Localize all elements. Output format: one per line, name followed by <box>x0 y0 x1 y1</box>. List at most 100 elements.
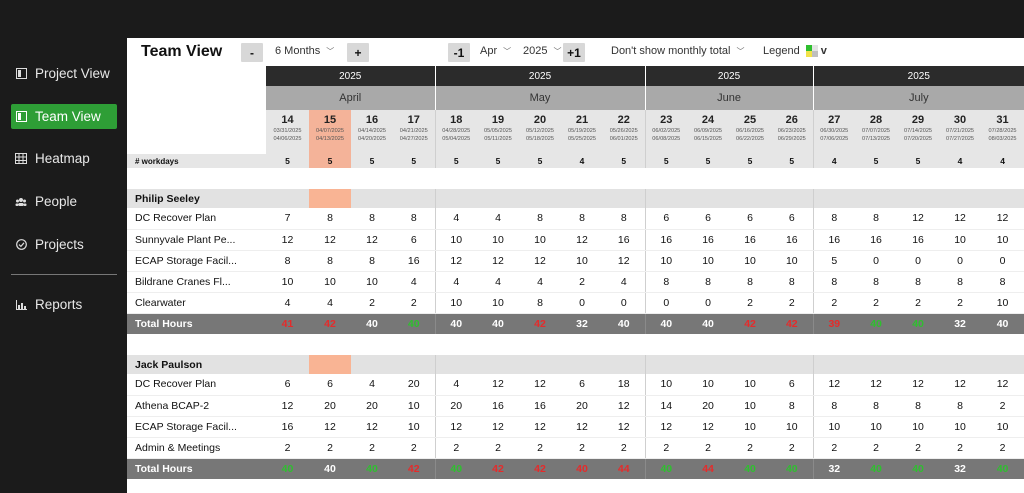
hours-cell[interactable]: 6 <box>266 374 309 396</box>
hours-cell[interactable]: 12 <box>603 395 646 417</box>
hours-cell[interactable]: 10 <box>561 250 603 272</box>
hours-cell[interactable]: 6 <box>729 208 772 230</box>
hours-cell[interactable]: 12 <box>603 416 646 438</box>
hours-cell[interactable]: 2 <box>309 437 351 459</box>
hours-cell[interactable]: 4 <box>351 374 393 396</box>
hours-cell[interactable]: 6 <box>309 374 351 396</box>
sidebar-item-projects[interactable]: Projects <box>11 232 117 257</box>
hours-cell[interactable]: 8 <box>812 208 856 230</box>
week-header-cell[interactable]: 31 07/28/2025 08/03/2025 <box>981 110 1024 154</box>
hours-cell[interactable]: 2 <box>729 292 772 314</box>
hours-cell[interactable]: 20 <box>351 395 393 417</box>
hours-cell[interactable]: 8 <box>855 271 898 293</box>
week-header-cell[interactable]: 20 05/12/2025 05/18/2025 <box>519 110 561 154</box>
hours-cell[interactable]: 4 <box>309 292 351 314</box>
week-header-cell[interactable]: 24 06/09/2025 06/15/2025 <box>687 110 730 154</box>
hours-cell[interactable]: 16 <box>644 229 688 251</box>
hours-cell[interactable]: 0 <box>561 292 603 314</box>
week-header-cell[interactable]: 23 06/02/2025 06/08/2025 <box>644 110 688 154</box>
hours-cell[interactable]: 12 <box>812 374 856 396</box>
hours-cell[interactable]: 12 <box>897 374 940 396</box>
hours-cell[interactable]: 20 <box>561 395 603 417</box>
hours-cell[interactable]: 2 <box>812 437 856 459</box>
hours-cell[interactable]: 10 <box>812 416 856 438</box>
hours-cell[interactable]: 16 <box>519 395 561 417</box>
hours-cell[interactable]: 10 <box>729 395 772 417</box>
legend-button[interactable]: Legend v <box>763 45 827 57</box>
week-header-cell[interactable]: 14 03/31/2025 04/06/2025 <box>266 110 309 154</box>
hours-cell[interactable]: 2 <box>729 437 772 459</box>
project-name[interactable]: Sunnyvale Plant Pe... <box>127 229 266 251</box>
hours-cell[interactable]: 8 <box>812 395 856 417</box>
range-plus-button[interactable]: + <box>347 43 369 62</box>
sidebar-item-reports[interactable]: Reports <box>11 292 117 317</box>
hours-cell[interactable]: 10 <box>981 416 1024 438</box>
prev-month-button[interactable]: -1 <box>448 43 470 62</box>
hours-cell[interactable]: 2 <box>561 437 603 459</box>
week-header-cell[interactable]: 25 06/16/2025 06/22/2025 <box>729 110 772 154</box>
hours-cell[interactable]: 8 <box>939 395 982 417</box>
hours-cell[interactable]: 5 <box>812 250 856 272</box>
range-minus-button[interactable]: - <box>241 43 263 62</box>
hours-cell[interactable]: 10 <box>855 416 898 438</box>
hours-cell[interactable]: 2 <box>855 437 898 459</box>
hours-cell[interactable]: 2 <box>981 395 1024 417</box>
hours-cell[interactable]: 16 <box>477 395 519 417</box>
hours-cell[interactable]: 2 <box>393 437 435 459</box>
hours-cell[interactable]: 8 <box>351 250 393 272</box>
hours-cell[interactable]: 12 <box>687 416 730 438</box>
hours-cell[interactable]: 8 <box>309 250 351 272</box>
hours-cell[interactable]: 10 <box>687 250 730 272</box>
hours-cell[interactable]: 2 <box>687 437 730 459</box>
week-header-cell[interactable]: 22 05/26/2025 06/01/2025 <box>603 110 646 154</box>
hours-cell[interactable]: 18 <box>603 374 646 396</box>
hours-cell[interactable]: 16 <box>855 229 898 251</box>
hours-cell[interactable]: 8 <box>981 271 1024 293</box>
hours-cell[interactable]: 8 <box>561 208 603 230</box>
hours-cell[interactable]: 12 <box>477 250 519 272</box>
hours-cell[interactable]: 16 <box>771 229 814 251</box>
hours-cell[interactable]: 6 <box>771 208 814 230</box>
hours-cell[interactable]: 6 <box>561 374 603 396</box>
hours-cell[interactable]: 10 <box>897 416 940 438</box>
hours-cell[interactable]: 16 <box>603 229 646 251</box>
hours-cell[interactable]: 10 <box>519 229 561 251</box>
hours-cell[interactable]: 2 <box>477 437 519 459</box>
hours-cell[interactable]: 2 <box>855 292 898 314</box>
person-name[interactable]: Philip Seeley <box>127 189 266 208</box>
hours-cell[interactable]: 10 <box>981 292 1024 314</box>
week-header-cell[interactable]: 27 06/30/2025 07/06/2025 <box>812 110 856 154</box>
hours-cell[interactable]: 8 <box>309 208 351 230</box>
hours-cell[interactable]: 6 <box>393 229 435 251</box>
week-header-cell[interactable]: 18 04/28/2025 05/04/2025 <box>434 110 477 154</box>
hours-cell[interactable]: 2 <box>519 437 561 459</box>
hours-cell[interactable]: 4 <box>519 271 561 293</box>
hours-cell[interactable]: 10 <box>477 229 519 251</box>
hours-cell[interactable]: 12 <box>519 250 561 272</box>
hours-cell[interactable]: 10 <box>729 374 772 396</box>
hours-cell[interactable]: 2 <box>393 292 435 314</box>
week-header-cell[interactable]: 29 07/14/2025 07/20/2025 <box>897 110 940 154</box>
project-name[interactable]: Clearwater <box>127 292 266 314</box>
hours-cell[interactable]: 12 <box>266 229 309 251</box>
hours-cell[interactable]: 12 <box>561 229 603 251</box>
hours-cell[interactable]: 6 <box>687 208 730 230</box>
hours-cell[interactable]: 2 <box>351 437 393 459</box>
hours-cell[interactable]: 8 <box>812 271 856 293</box>
hours-cell[interactable]: 6 <box>771 374 814 396</box>
hours-cell[interactable]: 0 <box>855 250 898 272</box>
hours-cell[interactable]: 8 <box>519 208 561 230</box>
hours-cell[interactable]: 8 <box>519 292 561 314</box>
hours-cell[interactable]: 14 <box>644 395 688 417</box>
person-name[interactable]: Jack Paulson <box>127 355 266 374</box>
hours-cell[interactable]: 10 <box>771 416 814 438</box>
hours-cell[interactable]: 12 <box>434 250 477 272</box>
hours-cell[interactable]: 12 <box>309 229 351 251</box>
hours-cell[interactable]: 0 <box>687 292 730 314</box>
hours-cell[interactable]: 4 <box>393 271 435 293</box>
hours-cell[interactable]: 8 <box>729 271 772 293</box>
hours-cell[interactable]: 16 <box>812 229 856 251</box>
hours-cell[interactable]: 8 <box>855 208 898 230</box>
hours-cell[interactable]: 6 <box>644 208 688 230</box>
hours-cell[interactable]: 8 <box>771 271 814 293</box>
